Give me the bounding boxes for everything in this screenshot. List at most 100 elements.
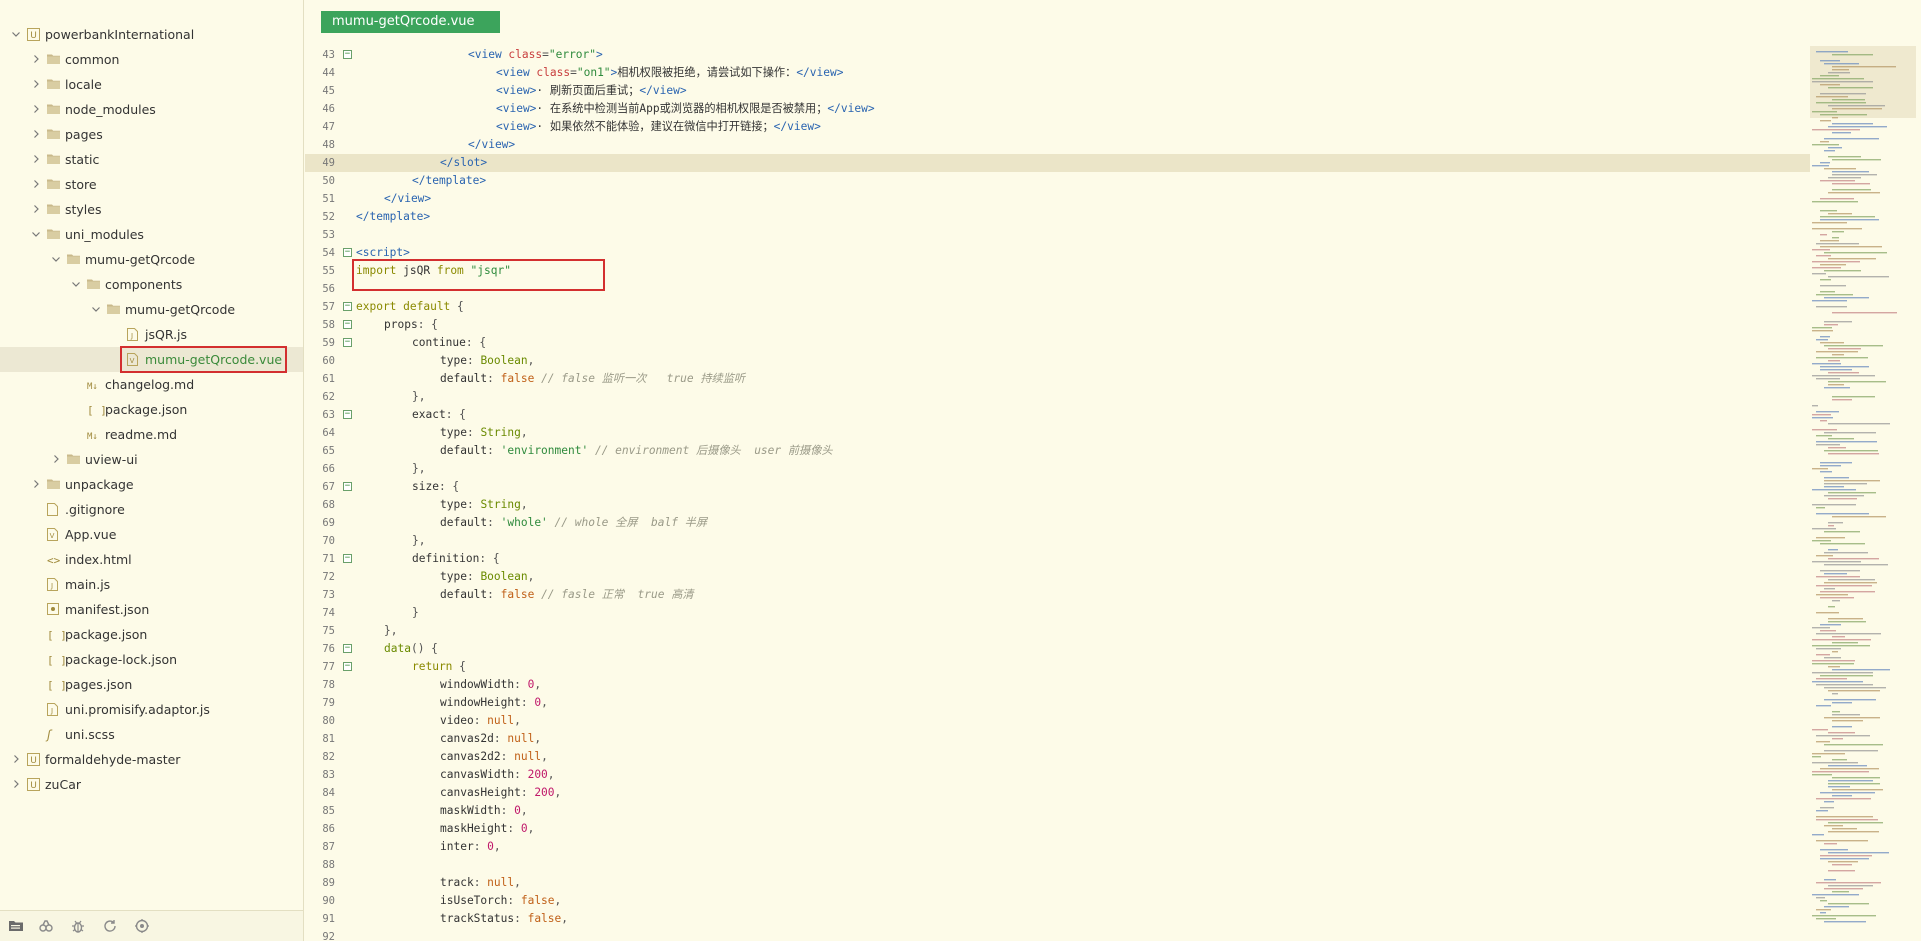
code-line[interactable]: 59− continue: { (305, 334, 1810, 352)
chevron-right-icon[interactable] (30, 97, 42, 122)
code-line[interactable]: 83 canvasWidth: 200, (305, 766, 1810, 784)
code-line[interactable]: 64 type: String, (305, 424, 1810, 442)
fold-toggle-icon[interactable]: − (343, 50, 352, 59)
code-line[interactable]: 74} (305, 604, 1810, 622)
tree-item[interactable]: static (0, 147, 303, 172)
tree-item[interactable]: uview-ui (0, 447, 303, 472)
code-line[interactable]: 88 (305, 856, 1810, 874)
tree-item[interactable]: UpowerbankInternational (0, 22, 303, 47)
fold-toggle-icon[interactable]: − (343, 320, 352, 329)
tree-item[interactable]: Uformaldehyde-master (0, 747, 303, 772)
code-line[interactable]: 48 </view> (305, 136, 1810, 154)
chevron-right-icon[interactable] (30, 472, 42, 497)
chevron-right-icon[interactable] (30, 122, 42, 147)
code-line[interactable]: 60 type: Boolean, (305, 352, 1810, 370)
code-line[interactable]: 57− export default { (305, 298, 1810, 316)
code-line[interactable]: 44 <view class="on1">相机权限被拒绝，请尝试如下操作：</vi… (305, 64, 1810, 82)
code-line[interactable]: 91 trackStatus: false, (305, 910, 1810, 928)
tree-item[interactable]: styles (0, 197, 303, 222)
code-line[interactable]: 85 maskWidth: 0, (305, 802, 1810, 820)
code-line[interactable]: 52 </template> (305, 208, 1810, 226)
code-line[interactable]: 89 track: null, (305, 874, 1810, 892)
code-line[interactable]: 68 type: String, (305, 496, 1810, 514)
code-line[interactable]: 51 </view> (305, 190, 1810, 208)
tree-item[interactable]: [ ] package.json (0, 397, 303, 422)
chevron-right-icon[interactable] (10, 772, 22, 797)
tree-item[interactable]: locale (0, 72, 303, 97)
sync-icon[interactable] (102, 918, 118, 934)
debug-bug-icon[interactable] (70, 918, 86, 934)
project-tree-icon[interactable] (8, 918, 24, 934)
chevron-down-icon[interactable] (30, 222, 42, 247)
code-line[interactable]: 67− size: { (305, 478, 1810, 496)
code-line[interactable]: 63− exact: { (305, 406, 1810, 424)
fold-toggle-icon[interactable]: − (343, 410, 352, 419)
fold-toggle-icon[interactable]: − (343, 554, 352, 563)
tree-item[interactable]: [ ] pages.json (0, 672, 303, 697)
code-line[interactable]: 79 windowHeight: 0, (305, 694, 1810, 712)
tree-item[interactable]: mumu-getQrcode (0, 297, 303, 322)
chevron-down-icon[interactable] (10, 22, 22, 47)
code-line[interactable]: 78 windowWidth: 0, (305, 676, 1810, 694)
fold-toggle-icon[interactable]: − (343, 482, 352, 491)
minimap[interactable] (1810, 46, 1916, 941)
chevron-right-icon[interactable] (50, 447, 62, 472)
code-line[interactable]: 58− props: { (305, 316, 1810, 334)
code-line[interactable]: 49 </slot> (305, 154, 1810, 172)
code-line[interactable]: 80 video: null, (305, 712, 1810, 730)
code-line[interactable]: 72 type: Boolean, (305, 568, 1810, 586)
chevron-right-icon[interactable] (30, 172, 42, 197)
tree-item[interactable]: .gitignore (0, 497, 303, 522)
code-line[interactable]: 92 (305, 928, 1810, 941)
code-area[interactable]: 43− <view class="error"> 44 <view class="on… (305, 46, 1810, 941)
code-line[interactable]: 50 </template> (305, 172, 1810, 190)
tree-item[interactable]: UzuCar (0, 772, 303, 797)
tree-item[interactable]: M↓ changelog.md (0, 372, 303, 397)
tree-item[interactable]: node_modules (0, 97, 303, 122)
chevron-right-icon[interactable] (30, 197, 42, 222)
code-line[interactable]: 82 canvas2d2: null, (305, 748, 1810, 766)
fold-toggle-icon[interactable]: − (343, 338, 352, 347)
code-line[interactable]: 76− data() { (305, 640, 1810, 658)
code-line[interactable]: 70}, (305, 532, 1810, 550)
code-line[interactable]: 66}, (305, 460, 1810, 478)
chevron-down-icon[interactable] (50, 247, 62, 272)
chevron-down-icon[interactable] (90, 297, 102, 322)
tree-item[interactable]: [ ] package-lock.json (0, 647, 303, 672)
code-line[interactable]: 90 isUseTorch: false, (305, 892, 1810, 910)
tab-mumu-getqrcode-vue[interactable]: mumu-getQrcode.vue (321, 11, 500, 33)
tree-item[interactable]: pages (0, 122, 303, 147)
tree-item[interactable]: <> index.html (0, 547, 303, 572)
code-line[interactable]: 81 canvas2d: null, (305, 730, 1810, 748)
code-line[interactable]: 43− <view class="error"> (305, 46, 1810, 64)
code-line[interactable]: 77− return { (305, 658, 1810, 676)
code-line[interactable]: 73 default: false // fasle 正常 true 高清 (305, 586, 1810, 604)
tree-item[interactable]: unpackage (0, 472, 303, 497)
fold-toggle-icon[interactable]: − (343, 248, 352, 257)
tree-item[interactable]: V App.vue (0, 522, 303, 547)
code-line[interactable]: 62}, (305, 388, 1810, 406)
tree-item[interactable]: mumu-getQrcode (0, 247, 303, 272)
tree-item[interactable]: Jmain.js (0, 572, 303, 597)
fold-toggle-icon[interactable]: − (343, 302, 352, 311)
code-line[interactable]: 86 maskHeight: 0, (305, 820, 1810, 838)
fold-toggle-icon[interactable]: − (343, 662, 352, 671)
tree-item[interactable]: manifest.json (0, 597, 303, 622)
tree-item[interactable]: uni_modules (0, 222, 303, 247)
code-line[interactable]: 65 default: 'environment' // environment … (305, 442, 1810, 460)
tree-item[interactable]: ʃ uni.scss (0, 722, 303, 747)
code-line[interactable]: 87 inter: 0, (305, 838, 1810, 856)
code-line[interactable]: 69 default: 'whole' // whole 全屏 balf 半屏 (305, 514, 1810, 532)
code-line[interactable]: 46 <view>· 在系统中检测当前App或浏览器的相机权限是否被禁用；</vi… (305, 100, 1810, 118)
extension-icon[interactable] (134, 918, 150, 934)
chevron-right-icon[interactable] (10, 747, 22, 772)
chevron-right-icon[interactable] (30, 147, 42, 172)
plugin-icon[interactable] (38, 918, 54, 934)
code-line[interactable]: 84 canvasHeight: 200, (305, 784, 1810, 802)
code-line[interactable]: 71− definition: { (305, 550, 1810, 568)
tree-item[interactable]: [ ] package.json (0, 622, 303, 647)
chevron-right-icon[interactable] (30, 72, 42, 97)
chevron-right-icon[interactable] (30, 47, 42, 72)
fold-toggle-icon[interactable]: − (343, 644, 352, 653)
code-line[interactable]: 75}, (305, 622, 1810, 640)
